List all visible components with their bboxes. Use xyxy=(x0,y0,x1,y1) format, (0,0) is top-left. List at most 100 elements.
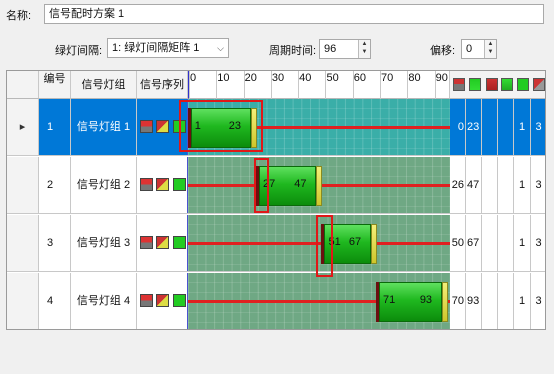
name-input[interactable]: 信号配时方案 1 xyxy=(44,4,544,24)
offset-value: 0 xyxy=(466,43,473,55)
row-indicator[interactable] xyxy=(7,157,39,213)
offset-stepper[interactable]: 0 ▲ ▼ xyxy=(461,39,497,59)
green-interval-select[interactable]: 1: 绿灯间隔矩阵 1 ⌵ xyxy=(107,38,229,58)
row-indicator[interactable] xyxy=(7,273,39,329)
green-icon xyxy=(173,178,186,191)
table-row[interactable]: ▸ 1 信号灯组 1 1 23 0 23 1 3 xyxy=(7,99,545,156)
header-signal-group[interactable]: 信号灯组 xyxy=(71,71,137,99)
green-amber-icon[interactable] xyxy=(469,78,481,91)
green-end-cell[interactable]: 23 xyxy=(466,99,482,155)
signal-sequence-cell[interactable] xyxy=(137,157,188,213)
amber-phase-bar[interactable] xyxy=(441,282,448,322)
timeline-tick-mark xyxy=(298,71,300,99)
empty-cell[interactable] xyxy=(498,99,514,155)
red-amber-icon xyxy=(140,236,153,249)
timeline-tick-label: 90 xyxy=(435,72,448,84)
green-down-icon[interactable] xyxy=(501,78,513,91)
timeline-tick-label: 70 xyxy=(381,72,394,84)
cycle-time-stepper[interactable]: 96 ▲ ▼ xyxy=(319,39,371,59)
row-signal-group[interactable]: 信号灯组 1 xyxy=(71,99,137,155)
row-signal-group[interactable]: 信号灯组 2 xyxy=(71,157,137,213)
row-number: 3 xyxy=(39,215,71,271)
amber-phase-bar[interactable] xyxy=(316,166,323,206)
green-end-cell[interactable]: 93 xyxy=(466,273,482,329)
green-interval-value: 1: 绿灯间隔矩阵 1 xyxy=(112,42,200,54)
red-amber-duration-cell[interactable]: 3 xyxy=(531,157,545,213)
green-start-cell[interactable]: 70 xyxy=(450,273,466,329)
table-row[interactable]: 3 信号灯组 3 51 67 50 67 1 3 xyxy=(7,215,545,272)
green-start-cell[interactable]: 26 xyxy=(450,157,466,213)
red-flash-icon xyxy=(156,236,169,249)
red-icon[interactable] xyxy=(486,78,498,91)
spin-buttons[interactable]: ▲ ▼ xyxy=(484,40,496,58)
timeline-tick-label: 40 xyxy=(299,72,312,84)
green-end-label: 67 xyxy=(348,236,362,248)
header-number[interactable]: 编号 xyxy=(39,71,71,99)
table-row[interactable]: 2 信号灯组 2 27 47 26 47 1 3 xyxy=(7,157,545,214)
green-icon xyxy=(173,294,186,307)
green-icon[interactable] xyxy=(517,78,529,91)
amber-duration-cell[interactable]: 1 xyxy=(514,215,531,271)
red-flash-icon xyxy=(156,178,169,191)
green-end-cell[interactable]: 47 xyxy=(466,157,482,213)
empty-cell[interactable] xyxy=(498,157,514,213)
spin-down-icon[interactable]: ▼ xyxy=(485,48,496,56)
red-amber-icon xyxy=(140,294,153,307)
chevron-down-icon: ⌵ xyxy=(217,43,224,53)
red-amber-duration-cell[interactable]: 3 xyxy=(531,273,545,329)
timeline-tick-label: 0 xyxy=(190,72,197,84)
spin-down-icon[interactable]: ▼ xyxy=(359,48,370,56)
cycle-time-value: 96 xyxy=(324,43,337,55)
red-amber-icon[interactable] xyxy=(453,78,465,91)
spin-up-icon[interactable]: ▲ xyxy=(359,40,370,48)
table-row[interactable]: 4 信号灯组 4 71 93 70 93 1 3 xyxy=(7,273,545,329)
highlight-box-row-2 xyxy=(254,158,269,213)
row-header-corner xyxy=(7,71,39,99)
cycle-time-label: 周期时间: xyxy=(269,45,317,57)
timeline-tick-label: 50 xyxy=(326,72,339,84)
timeline-tick-label: 80 xyxy=(408,72,421,84)
empty-cell[interactable] xyxy=(482,157,498,213)
green-start-label: 71 xyxy=(383,294,396,306)
red-amber-icon xyxy=(140,178,153,191)
timeline-tick-mark xyxy=(270,71,272,99)
empty-cell[interactable] xyxy=(498,273,514,329)
highlight-box-row-3 xyxy=(316,215,333,277)
green-start-cell[interactable]: 50 xyxy=(450,215,466,271)
highlight-box-row-1 xyxy=(179,100,263,152)
empty-cell[interactable] xyxy=(482,215,498,271)
timeline-tick-mark xyxy=(434,71,436,99)
empty-cell[interactable] xyxy=(482,99,498,155)
timeline-track[interactable]: 71 93 xyxy=(188,273,450,329)
timeline-tick-mark xyxy=(325,71,327,99)
timeline-tick-label: 10 xyxy=(217,72,230,84)
row-indicator[interactable]: ▸ xyxy=(7,99,39,155)
amber-duration-cell[interactable]: 1 xyxy=(514,99,531,155)
red-amber-icon xyxy=(140,120,153,133)
row-indicator[interactable] xyxy=(7,215,39,271)
green-end-cell[interactable]: 67 xyxy=(466,215,482,271)
signal-sequence-cell[interactable] xyxy=(137,273,188,329)
header-signal-sequence[interactable]: 信号序列 xyxy=(137,71,188,99)
green-start-cell[interactable]: 0 xyxy=(450,99,466,155)
amber-phase-bar[interactable] xyxy=(370,224,377,264)
amber-duration-cell[interactable]: 1 xyxy=(514,273,531,329)
timeline-track[interactable]: 27 47 xyxy=(188,157,450,213)
timeline-ruler: 0 10 20 30 40 50 60 70 80 90 xyxy=(188,71,450,99)
red-flash-icon[interactable] xyxy=(533,78,545,91)
red-amber-duration-cell[interactable]: 3 xyxy=(531,99,545,155)
spin-up-icon[interactable]: ▲ xyxy=(485,40,496,48)
timeline-tick-label: 30 xyxy=(271,72,285,84)
empty-cell[interactable] xyxy=(498,215,514,271)
row-number: 2 xyxy=(39,157,71,213)
spin-buttons[interactable]: ▲ ▼ xyxy=(358,40,370,58)
row-signal-group[interactable]: 信号灯组 3 xyxy=(71,215,137,271)
green-end-label: 93 xyxy=(419,294,433,306)
timeline-tick-label: 60 xyxy=(353,72,366,84)
amber-duration-cell[interactable]: 1 xyxy=(514,157,531,213)
signal-sequence-cell[interactable] xyxy=(137,215,188,271)
empty-cell[interactable] xyxy=(482,273,498,329)
red-amber-duration-cell[interactable]: 3 xyxy=(531,215,545,271)
green-end-label: 47 xyxy=(294,178,307,190)
row-signal-group[interactable]: 信号灯组 4 xyxy=(71,273,137,329)
